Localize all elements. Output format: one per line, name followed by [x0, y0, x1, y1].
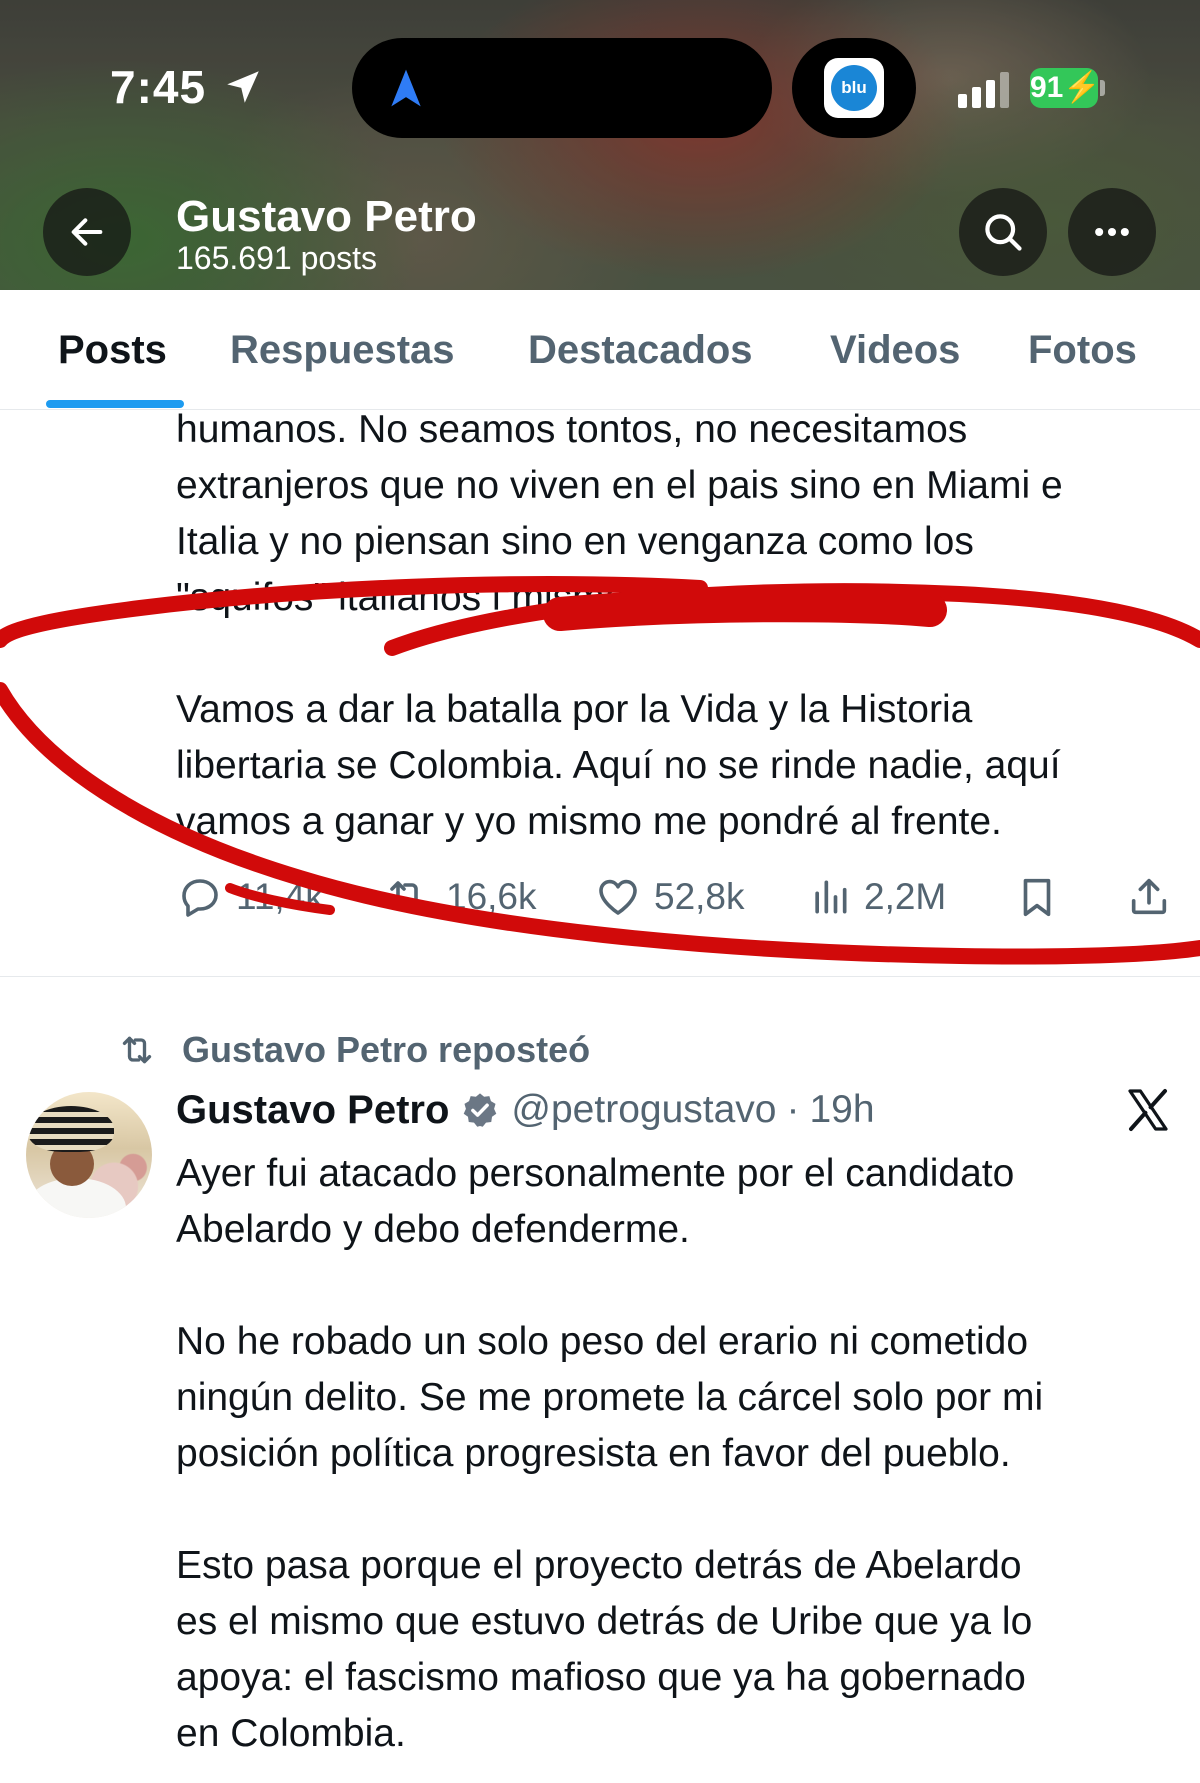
- battery-cap: [1100, 80, 1105, 96]
- more-options-button[interactable]: [1068, 188, 1156, 276]
- profile-name: Gustavo Petro: [176, 192, 477, 241]
- repost-icon: [390, 881, 424, 913]
- location-arrow-icon: [227, 71, 259, 103]
- repost-context: Gustavo Petro reposteó: [114, 1020, 590, 1080]
- back-button[interactable]: [43, 188, 131, 276]
- tweet-text-line: extranjeros que no viven en el pais sino…: [176, 464, 1063, 507]
- search-button[interactable]: [959, 188, 1047, 276]
- dynamic-island[interactable]: [352, 38, 772, 138]
- back-arrow-icon: [71, 218, 103, 246]
- tweet-text-line: vamos a ganar y yo mismo me pondré al fr…: [176, 800, 1002, 843]
- blu-radio-app-icon: blu: [824, 58, 884, 118]
- profile-post-count: 165.691 posts: [176, 240, 378, 276]
- tab-respuestas[interactable]: Respuestas: [230, 328, 455, 373]
- tweet-text-line: "squifos" italianos i mismos.: [176, 576, 657, 619]
- views-count: 2,2M: [864, 876, 947, 917]
- repost-button[interactable]: 16,6k: [380, 862, 537, 932]
- author-name[interactable]: Gustavo Petro: [176, 1088, 449, 1133]
- island-app-bubble[interactable]: blu: [792, 38, 916, 138]
- tweet-text-line: No he robado un solo peso del erario ni …: [176, 1320, 1029, 1363]
- profile-bar: Gustavo Petro 165.691 posts: [0, 180, 1200, 290]
- signal-icon: [958, 72, 1009, 108]
- tweet-timestamp[interactable]: 19h: [809, 1088, 874, 1132]
- tab-fotos[interactable]: Fotos: [1028, 328, 1137, 373]
- tweet-text-line: Vamos a dar la batalla por la Vida y la …: [176, 688, 973, 731]
- repost-count: 16,6k: [446, 876, 537, 917]
- status-bar: 7:45 blu 91⚡: [0, 0, 1200, 180]
- tweet-text-line: es el mismo que estuvo detrás de Uribe q…: [176, 1600, 1033, 1643]
- navigation-icon: [391, 69, 421, 107]
- search-icon: [985, 214, 1022, 251]
- x-logo-icon: [1128, 1089, 1168, 1131]
- views-button[interactable]: 2,2M: [808, 862, 946, 932]
- tweet-text-line: Italia y no piensan sino en venganza com…: [176, 520, 974, 563]
- tab-posts[interactable]: Posts: [58, 328, 167, 373]
- more-icon: [1095, 227, 1129, 237]
- repost-context-icon: [122, 1036, 152, 1064]
- tweet-text-line: posición política progresista en favor d…: [176, 1432, 1011, 1475]
- status-time: 7:45: [110, 61, 207, 113]
- verified-badge-icon: [464, 1093, 497, 1127]
- profile-header: 7:45 blu 91⚡ Gustavo Petro 165.691 posts: [0, 0, 1200, 290]
- charging-bolt-icon: ⚡: [1063, 71, 1101, 104]
- tweet-text-line: libertaria se Colombia. Aquí no se rinde…: [176, 744, 1061, 787]
- like-count: 52,8k: [654, 876, 745, 917]
- share-button[interactable]: [1126, 862, 1172, 932]
- like-button[interactable]: 52,8k: [594, 862, 745, 932]
- tweet-text-line: Abelardo y debo defenderme.: [176, 1208, 690, 1251]
- tweet-text-line: en Colombia.: [176, 1712, 406, 1755]
- tab-videos[interactable]: Videos: [830, 328, 960, 373]
- tweet-text-line: apoya: el fascismo mafioso que ya ha gob…: [176, 1656, 1026, 1699]
- tweet-text-line: Ayer fui atacado personalmente por el ca…: [176, 1152, 1015, 1195]
- tweet-author-row: Gustavo Petro @petrogustavo · 19h: [176, 1080, 875, 1140]
- battery-icon: 91⚡: [1030, 68, 1101, 108]
- author-handle[interactable]: @petrogustavo: [511, 1088, 776, 1132]
- reply-icon: [182, 879, 218, 917]
- share-icon: [1131, 878, 1167, 915]
- avatar[interactable]: [26, 1092, 152, 1218]
- tweet-text-line: humanos. No seamos tontos, no necesitamo…: [176, 408, 968, 451]
- reply-count: 11,4k: [236, 876, 324, 917]
- blu-radio-logo: blu: [831, 65, 877, 111]
- repost-label: Gustavo Petro reposteó: [182, 1029, 591, 1070]
- profile-tabs: Posts Respuestas Destacados Videos Fotos: [0, 290, 1200, 410]
- bookmark-button[interactable]: [1014, 862, 1060, 932]
- reply-button[interactable]: 11,4k: [176, 862, 324, 932]
- bookmark-icon: [1023, 878, 1051, 917]
- tweet-divider: [0, 976, 1200, 977]
- battery-level: 91: [1030, 71, 1064, 104]
- tweet-actions: 11,4k 16,6k 52,8k 2,2M: [0, 862, 1200, 932]
- heart-icon: [599, 879, 637, 915]
- views-chart-icon: [815, 880, 847, 914]
- active-tab-indicator: [46, 400, 184, 408]
- separator-dot: ·: [786, 1088, 800, 1131]
- tab-destacados[interactable]: Destacados: [528, 328, 753, 373]
- tweet-text-line: ningún delito. Se me promete la cárcel s…: [176, 1376, 1044, 1419]
- tweet-text-line: Esto pasa porque el proyecto detrás de A…: [176, 1544, 1022, 1587]
